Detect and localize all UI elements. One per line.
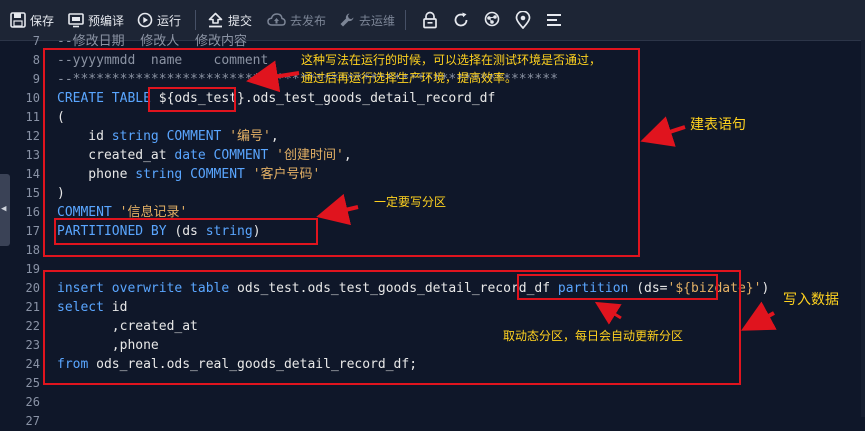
line-number: 12 xyxy=(25,129,40,143)
line-number: 13 xyxy=(25,148,40,162)
partition-required-note: 一定要写分区 xyxy=(374,195,447,209)
ops-label: 去运维 xyxy=(359,13,396,28)
refresh-icon[interactable] xyxy=(452,11,470,29)
create-table-label: 建表语句 xyxy=(690,117,746,133)
ods-test-variable-highlight-box xyxy=(148,87,236,112)
publish-button[interactable]: 去发布 xyxy=(267,0,326,40)
line-number: 11 xyxy=(25,110,40,124)
line-number: 26 xyxy=(25,395,40,409)
toolbar-divider xyxy=(195,10,196,30)
line-number: 7 xyxy=(32,34,40,48)
env-note-line-1: 这种写法在运行的时候，可以选择在测试环境是否通过， xyxy=(301,53,602,67)
line-number: 9 xyxy=(32,72,40,86)
dynamic-partition-note: 取动态分区，每日会自动更新分区 xyxy=(503,329,684,343)
upload-icon xyxy=(208,12,223,28)
save-label: 保存 xyxy=(30,13,55,28)
line-number: 21 xyxy=(25,300,40,314)
line-number: 27 xyxy=(25,414,40,428)
wrench-icon xyxy=(340,13,354,27)
submit-label: 提交 xyxy=(228,13,253,28)
line-number: 25 xyxy=(25,376,40,390)
location-pin-icon[interactable] xyxy=(514,11,532,29)
monitor-icon xyxy=(68,13,84,28)
arrow-to-create-table xyxy=(640,116,686,147)
line-number: 8 xyxy=(32,53,40,67)
partitioned-by-highlight-box xyxy=(54,218,318,245)
partition-highlight-box xyxy=(517,274,718,300)
code-token: ) xyxy=(761,281,770,296)
insert-data-label: 写入数据 xyxy=(783,292,839,308)
play-circle-icon xyxy=(137,12,153,28)
line-number: 19 xyxy=(25,262,40,276)
vertical-scrollbar[interactable] xyxy=(861,40,865,417)
line-number: 24 xyxy=(25,357,40,371)
flow-nodes-icon[interactable] xyxy=(483,11,501,29)
run-label: 运行 xyxy=(157,13,182,28)
line-number: 23 xyxy=(25,338,40,352)
precompile-label: 预编译 xyxy=(88,13,125,28)
save-icon xyxy=(10,12,26,28)
line-number: 10 xyxy=(25,91,40,105)
lines-icon[interactable] xyxy=(545,11,563,29)
cloud-upload-icon xyxy=(267,13,286,26)
collapse-arrow-icon: ◀ xyxy=(1,204,7,214)
publish-label: 去发布 xyxy=(290,13,327,28)
line-number: 20 xyxy=(25,281,40,295)
toolbar-divider xyxy=(405,10,406,30)
code-token: --修改日期 修改人 修改内容 xyxy=(57,34,247,49)
env-note-line-2: 通过后再运行选择生产环境，提高效率。 xyxy=(301,71,518,85)
lock-icon[interactable] xyxy=(421,11,439,29)
collapse-panel-tab[interactable]: ◀ xyxy=(0,174,10,246)
line-number: 22 xyxy=(25,319,40,333)
ops-button[interactable]: 去运维 xyxy=(339,0,395,40)
arrow-to-insert-block xyxy=(740,301,777,331)
